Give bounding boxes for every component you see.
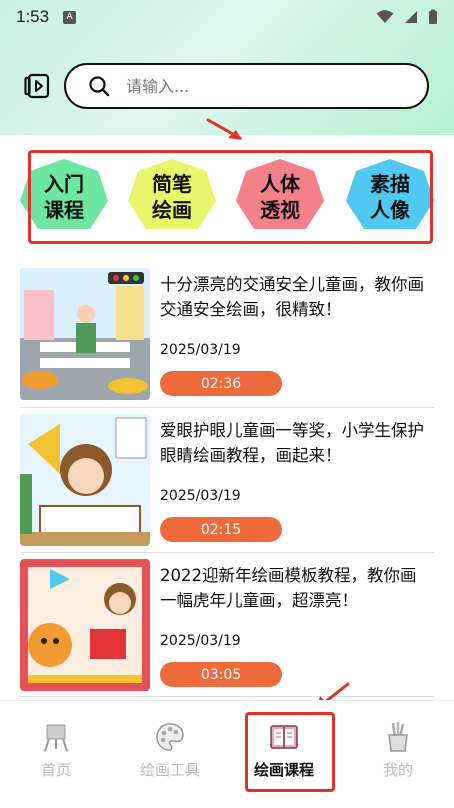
course-date: 2025/03/19 xyxy=(160,342,241,358)
annotation-arrow-icon xyxy=(206,118,242,140)
nav-label: 我的 xyxy=(382,761,413,779)
category-highlight-frame xyxy=(28,150,433,244)
nav-drawing-tools[interactable]: 绘画工具 xyxy=(120,721,220,791)
search-header xyxy=(0,60,454,112)
battery-icon xyxy=(429,9,437,24)
duration-badge: 02:15 xyxy=(160,517,282,542)
status-bar: 1:53 A xyxy=(0,0,454,34)
pencil-cup-icon xyxy=(388,722,408,752)
wifi-icon xyxy=(376,10,394,23)
easel-icon xyxy=(44,724,68,752)
palette-icon xyxy=(156,723,184,751)
bottom-nav: 首页 绘画工具 绘画课程 我的 xyxy=(0,700,454,808)
course-title: 十分漂亮的交通安全儿童画，教你画交通安全绘画，很精致！ xyxy=(160,275,424,319)
nav-label: 绘画工具 xyxy=(139,761,200,779)
course-date: 2025/03/19 xyxy=(160,488,241,504)
nav-mine[interactable]: 我的 xyxy=(348,721,448,791)
search-bar[interactable] xyxy=(64,63,429,109)
status-time: 1:53 xyxy=(16,7,50,26)
nav-home[interactable]: 首页 xyxy=(6,721,106,791)
nav-highlight-frame xyxy=(245,712,335,792)
course-thumbnail xyxy=(20,268,150,400)
course-item[interactable]: 爱眼护眼儿童画一等奖，小学生保护眼睛绘画教程，画起来！ 2025/03/19 0… xyxy=(20,408,434,546)
video-icon[interactable] xyxy=(24,72,52,100)
search-input[interactable] xyxy=(126,76,386,96)
duration-badge: 02:36 xyxy=(160,371,282,396)
course-date: 2025/03/19 xyxy=(160,633,241,649)
course-item[interactable]: 十分漂亮的交通安全儿童画，教你画交通安全绘画，很精致！ 2025/03/19 0… xyxy=(20,262,434,400)
search-icon xyxy=(89,76,110,97)
course-title: 2022迎新年绘画模板教程，教你画一幅虎年儿童画，超漂亮！ xyxy=(160,566,417,610)
course-thumbnail xyxy=(20,559,150,691)
course-item[interactable]: 2022迎新年绘画模板教程，教你画一幅虎年儿童画，超漂亮！ 2025/03/19… xyxy=(20,553,434,691)
course-title: 爱眼护眼儿童画一等奖，小学生保护眼睛绘画教程，画起来！ xyxy=(160,421,424,465)
signal-icon xyxy=(405,11,417,23)
course-thumbnail xyxy=(20,414,150,546)
divider xyxy=(20,696,434,697)
notification-indicator: A xyxy=(63,10,77,24)
nav-label: 首页 xyxy=(40,761,71,779)
duration-badge: 03:05 xyxy=(160,662,282,687)
